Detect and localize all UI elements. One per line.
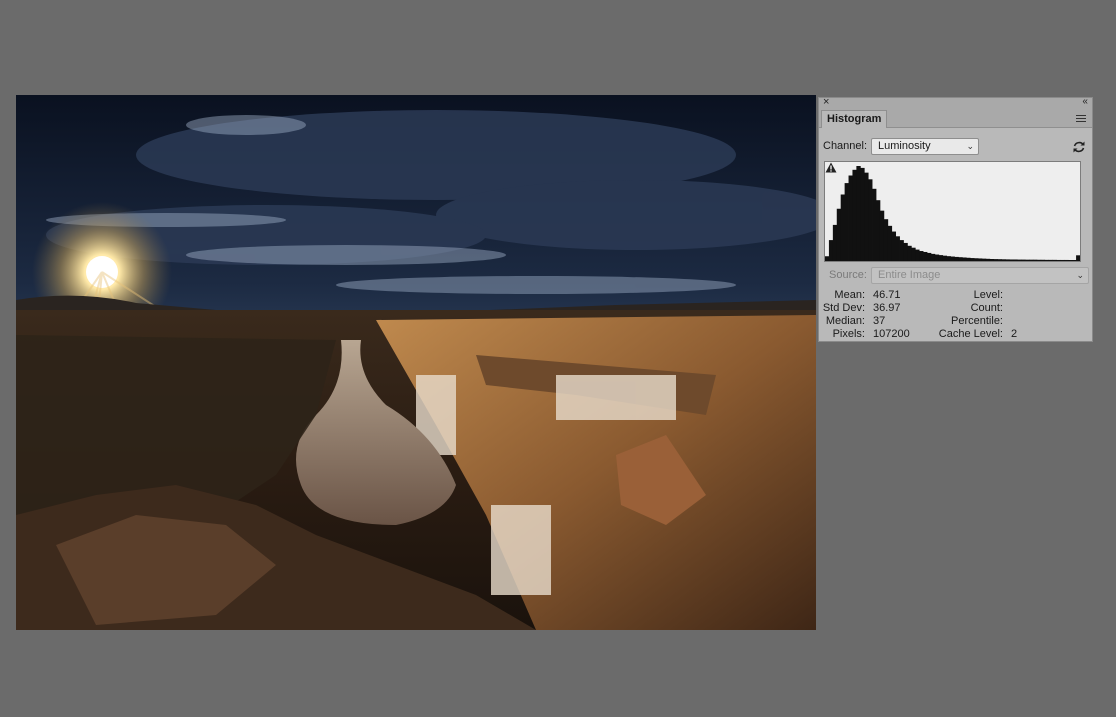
tab-histogram[interactable]: Histogram: [821, 110, 888, 128]
refresh-icon[interactable]: [1072, 140, 1086, 154]
histogram-bin: [840, 194, 846, 261]
histogram-bin: [844, 183, 849, 261]
histogram-bin: [974, 258, 979, 261]
histogram-bin: [899, 240, 904, 261]
histogram-bin: [1036, 259, 1042, 261]
mean-value: 46.71: [873, 289, 901, 301]
pixels-value: 107200: [873, 328, 910, 340]
median-value: 37: [873, 315, 886, 327]
channel-label: Channel:: [823, 140, 868, 152]
source-label: Source:: [829, 269, 867, 281]
histogram-bin: [1048, 259, 1053, 261]
channel-select[interactable]: Luminosity ⌄: [871, 138, 979, 155]
histogram-bin: [1013, 259, 1018, 261]
channel-value: Luminosity: [878, 140, 931, 152]
histogram-bin: [958, 257, 963, 261]
level-label: Level:: [973, 289, 1003, 301]
histogram-bin: [868, 179, 873, 261]
panel-title-bar[interactable]: × ‹‹: [819, 96, 1092, 110]
close-icon[interactable]: ×: [823, 96, 829, 108]
histogram-bin: [934, 254, 940, 261]
histogram-bin: [852, 169, 857, 261]
cache-level-value: 2: [1011, 328, 1018, 340]
percentile-label: Percentile:: [951, 315, 1003, 327]
histogram-bin: [825, 256, 830, 261]
tab-strip: Histogram: [819, 110, 1092, 128]
histogram-bin: [993, 259, 999, 261]
histogram-bin: [930, 253, 936, 261]
histogram-bin: [927, 252, 932, 261]
chevron-down-icon: ⌄: [1076, 270, 1084, 280]
histogram-bin: [989, 259, 995, 261]
histogram-bin: [856, 166, 861, 261]
std-dev-value: 36.97: [873, 302, 901, 314]
histogram-bin: [1068, 260, 1073, 261]
histogram-bin: [828, 240, 834, 261]
histogram-bin: [1064, 259, 1069, 261]
histogram-bin: [981, 258, 987, 261]
histogram-bin: [1072, 260, 1077, 261]
histogram-bin: [903, 242, 908, 261]
histogram-bin: [876, 200, 881, 261]
collapse-icon[interactable]: ‹‹: [1082, 96, 1088, 107]
histogram-bin: [946, 256, 951, 261]
histogram-bin: [836, 208, 842, 261]
histogram-bin: [938, 255, 944, 261]
histogram-bin: [1056, 259, 1061, 261]
histogram-bin: [895, 236, 900, 261]
histogram-bin: [970, 258, 975, 261]
histogram-bin: [966, 257, 971, 261]
histogram-bin: [907, 245, 912, 261]
cache-level-label: Cache Level:: [938, 328, 1003, 340]
panel-menu-icon[interactable]: [1076, 115, 1086, 124]
histogram-bin: [860, 167, 865, 261]
histogram-bin: [832, 224, 838, 261]
histogram-bin: [1017, 259, 1022, 261]
histogram-bin: [1021, 259, 1026, 261]
histogram-bin: [1005, 259, 1010, 261]
histogram-bin: [978, 258, 983, 261]
histogram-bin: [1025, 259, 1030, 261]
histogram-bin: [1060, 259, 1065, 261]
source-select[interactable]: Entire Image ⌄: [871, 267, 1089, 284]
histogram-bin: [848, 175, 853, 261]
histogram-bin: [1032, 259, 1038, 261]
histogram-bin: [1052, 259, 1057, 261]
histogram-bin: [997, 259, 1002, 261]
histogram-bin: [962, 257, 967, 261]
histogram-bin: [942, 255, 948, 261]
landscape-photo: [16, 95, 816, 630]
canvas-image[interactable]: [16, 95, 816, 630]
histogram-panel: × ‹‹ Histogram Channel: Luminosity ⌄ Sou…: [818, 96, 1093, 342]
histogram-bin: [1044, 259, 1050, 261]
histogram-bin: [1040, 259, 1046, 261]
histogram-bin: [950, 256, 955, 261]
mean-label: Mean:: [834, 289, 865, 301]
histogram-bin: [872, 188, 877, 261]
histogram-bin: [1001, 259, 1006, 261]
histogram-bin: [1076, 255, 1080, 261]
count-label: Count:: [970, 302, 1003, 314]
median-label: Median:: [825, 315, 865, 327]
histogram-bin: [985, 258, 991, 261]
histogram-bin: [879, 210, 885, 261]
std-dev-label: Std Dev:: [822, 302, 865, 314]
histogram-bin: [891, 231, 897, 261]
histogram-bin: [915, 249, 920, 261]
histogram-bin: [923, 251, 928, 261]
cache-warning-icon[interactable]: [825, 162, 837, 173]
pixels-label: Pixels:: [832, 328, 865, 340]
histogram-bin: [1029, 259, 1034, 261]
histogram-bars: [825, 166, 1080, 261]
source-value: Entire Image: [878, 269, 941, 281]
histogram-bin: [911, 247, 916, 261]
histogram-bin: [919, 251, 924, 261]
histogram-bin: [864, 172, 869, 261]
histogram-bin: [954, 256, 959, 261]
chevron-down-icon: ⌄: [966, 141, 974, 151]
histogram-bin: [887, 225, 893, 261]
histogram-bin: [1009, 259, 1014, 261]
histogram-graph: [824, 161, 1081, 262]
histogram-bin: [883, 219, 889, 261]
